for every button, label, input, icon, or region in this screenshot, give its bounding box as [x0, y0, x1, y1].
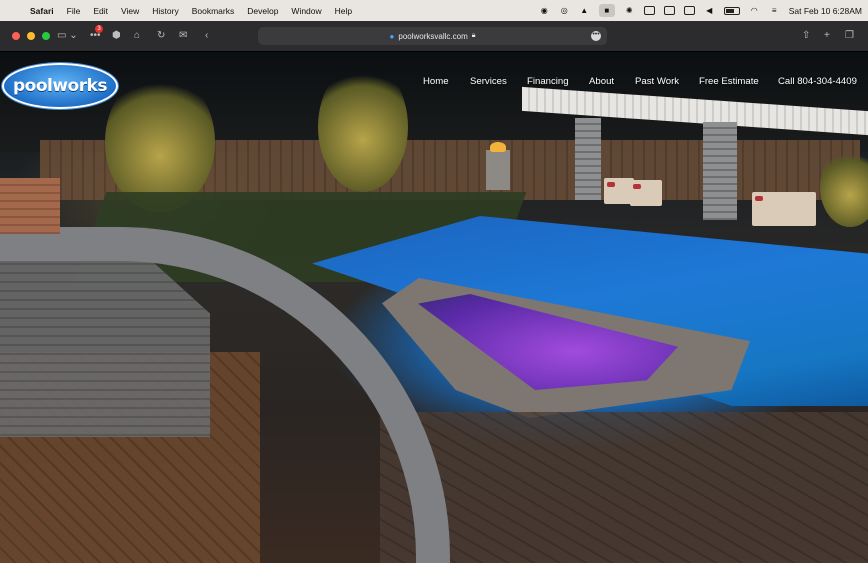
tab-overview-icon[interactable]: ❐	[845, 30, 854, 41]
home-icon[interactable]: ⌂	[134, 30, 140, 41]
menu-history[interactable]: History	[152, 6, 178, 16]
site-nav: Home Services Financing About Past Work …	[0, 76, 868, 92]
nav-services[interactable]: Services	[470, 76, 507, 87]
share-icon[interactable]: ⇧	[802, 30, 810, 41]
menu-app-safari[interactable]: Safari	[30, 6, 54, 16]
menu-bar-clock[interactable]: Sat Feb 10 6:28AM	[789, 6, 862, 16]
outdoor-sofa	[752, 192, 816, 226]
extensions-icon[interactable]: ••• 3	[90, 25, 103, 41]
menu-bookmarks[interactable]: Bookmarks	[192, 6, 235, 16]
safari-toolbar: ▭ ⌄ ••• 3 ⬢ ⌂ ↻ ✉ ‹ ● poolworksvallc.com …	[0, 21, 868, 52]
battery-icon[interactable]	[723, 6, 740, 15]
lock-icon: 🔒︎	[471, 32, 476, 39]
menu-edit[interactable]: Edit	[93, 6, 108, 16]
nav-call-phone[interactable]: Call 804-304-4409	[778, 76, 857, 87]
address-url: poolworksvallc.com	[398, 31, 468, 41]
window-controls	[12, 32, 50, 40]
minimize-window-button[interactable]	[27, 32, 35, 40]
screen-mirroring-icon[interactable]	[663, 6, 675, 15]
lit-tree-left	[105, 72, 215, 212]
lit-shrub-right	[820, 147, 868, 227]
paver-deck	[380, 412, 868, 563]
menu-bar-status-area: ◉ ◎ ▲ ■ ✺ ◀ ◠ ≡ Sat Feb 10 6:28AM	[539, 4, 862, 17]
menu-develop[interactable]: Develop	[247, 6, 278, 16]
menu-view[interactable]: View	[121, 6, 139, 16]
brick-column	[0, 178, 60, 234]
mail-icon[interactable]: ✉	[179, 30, 187, 41]
control-center-icon[interactable]: ≡	[769, 6, 780, 15]
menu-file[interactable]: File	[67, 6, 81, 16]
notification-bell-icon[interactable]: ▲	[579, 6, 590, 15]
creative-cloud-icon[interactable]: ◉	[539, 6, 550, 15]
wifi-icon[interactable]: ◠	[749, 6, 760, 15]
back-chevron-icon[interactable]: ‹	[205, 30, 208, 41]
new-tab-icon[interactable]: +	[824, 30, 830, 41]
reload-icon[interactable]: ↻	[157, 30, 165, 41]
website-hero: poolworks Home Services Financing About …	[0, 52, 868, 563]
volume-icon[interactable]: ◀	[704, 6, 715, 15]
nav-free-estimate[interactable]: Free Estimate	[699, 76, 759, 87]
page-menu-icon[interactable]: •••	[591, 31, 601, 41]
extensions-badge: 3	[95, 25, 103, 33]
macos-menu-bar: Safari File Edit View History Bookmarks …	[0, 0, 868, 21]
record-icon[interactable]: ◎	[559, 6, 570, 15]
display-icon[interactable]	[683, 6, 695, 15]
lounge-chair	[630, 180, 662, 206]
nav-financing[interactable]: Financing	[527, 76, 569, 87]
nav-about[interactable]: About	[589, 76, 614, 87]
close-window-button[interactable]	[12, 32, 20, 40]
menu-help[interactable]: Help	[335, 6, 352, 16]
app-status-icon[interactable]: ■	[598, 4, 615, 17]
sidebar-toggle-icon[interactable]: ▭ ⌄	[57, 30, 78, 41]
pergola-pillar-left	[575, 118, 601, 200]
extension-cube-icon[interactable]: ⬢	[112, 30, 121, 41]
pergola-pillar-right	[703, 122, 737, 220]
brightness-icon[interactable]: ✺	[624, 6, 635, 15]
window-icon[interactable]	[643, 6, 655, 15]
nav-past-work[interactable]: Past Work	[635, 76, 679, 87]
nav-home[interactable]: Home	[423, 76, 449, 87]
fire-bowl	[486, 142, 510, 190]
address-bar[interactable]: ● poolworksvallc.com 🔒︎ •••	[258, 27, 607, 45]
site-globe-icon: ●	[389, 31, 395, 41]
zoom-window-button[interactable]	[42, 32, 50, 40]
menu-window[interactable]: Window	[291, 6, 321, 16]
